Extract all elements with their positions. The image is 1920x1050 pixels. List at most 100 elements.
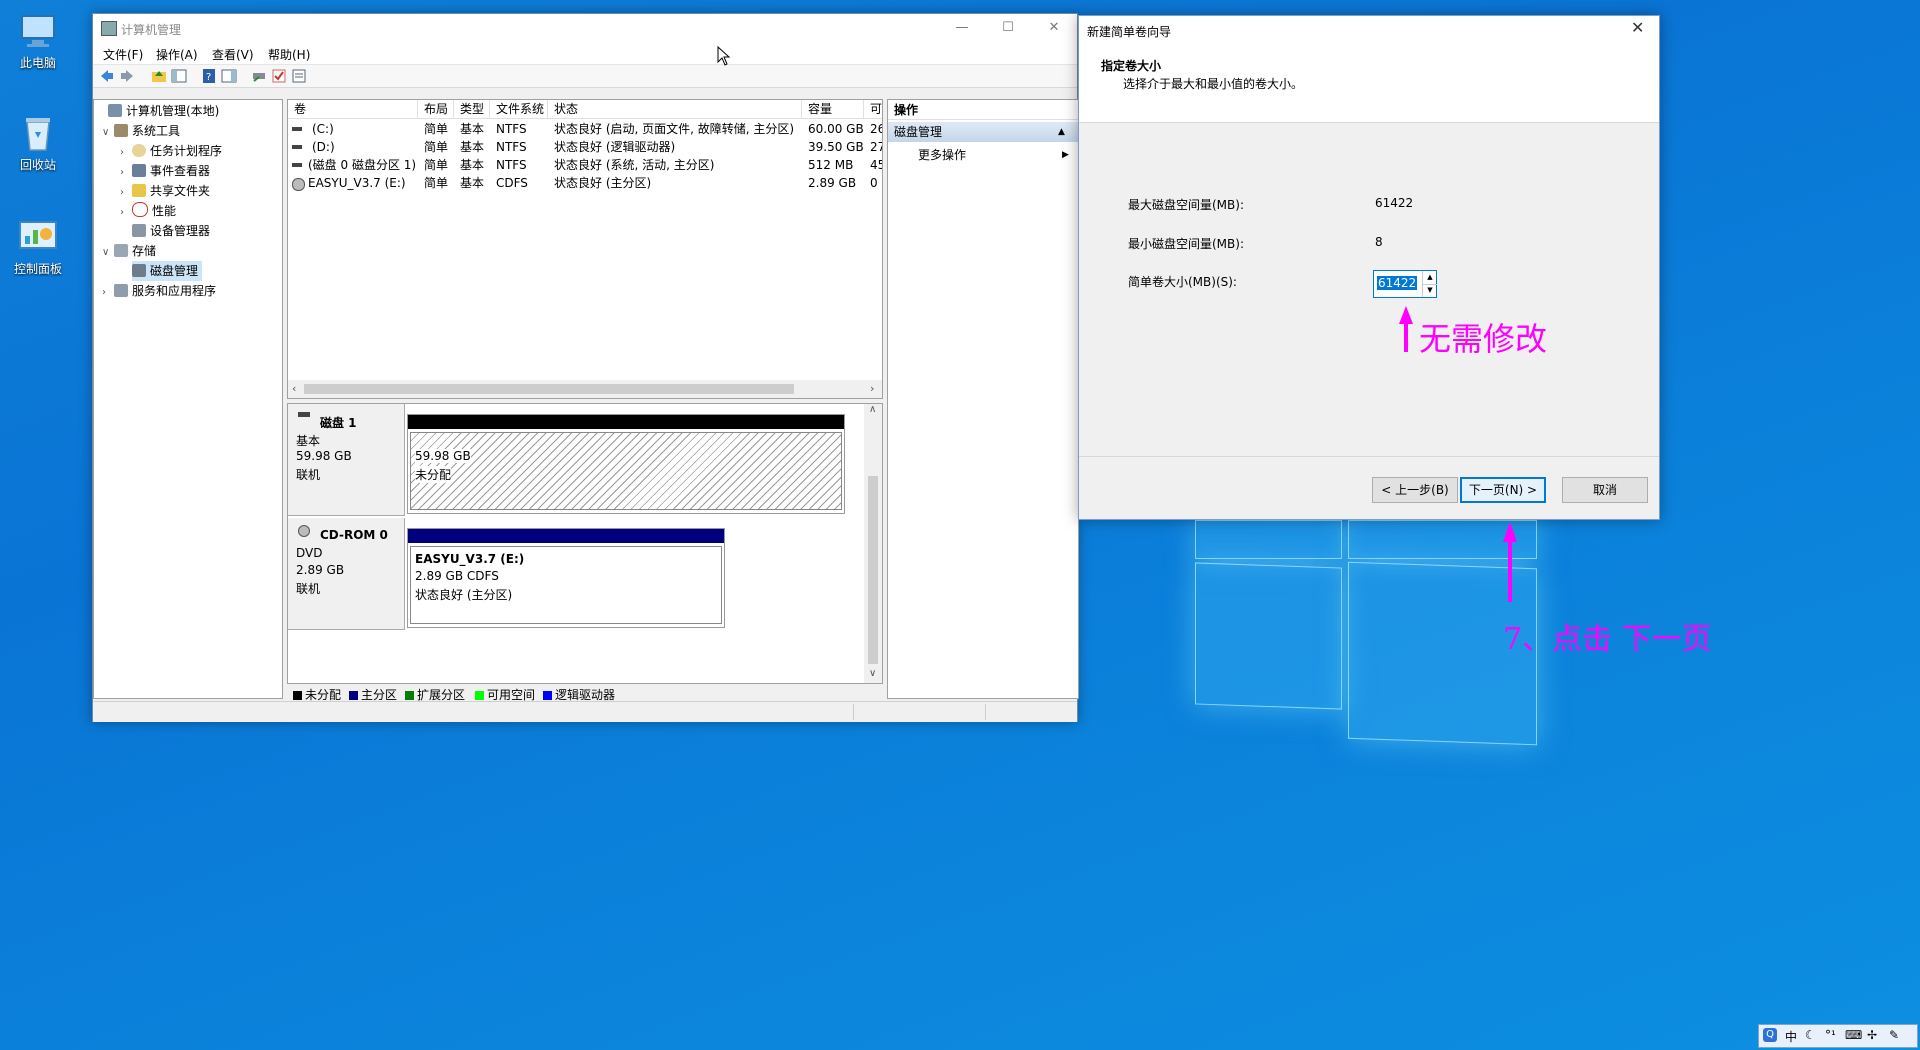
tree-label: 磁盘管理: [150, 264, 199, 278]
show-hide-action-pane-icon[interactable]: [221, 68, 237, 84]
column-header-filesystem[interactable]: 文件系统: [490, 100, 548, 119]
tree-item-task-scheduler[interactable]: › 任务计划程序: [120, 141, 222, 161]
menu-action[interactable]: 操作(A): [156, 46, 198, 63]
cancel-button[interactable]: 取消: [1562, 477, 1648, 503]
windows-logo-wallpaper: [1195, 520, 1537, 746]
actions-section-disk-management[interactable]: 磁盘管理 ▲: [888, 122, 1078, 142]
cdrom-partition[interactable]: EASYU_V3.7 (E:) 2.89 GB CDFS 状态良好 (主分区): [407, 528, 725, 628]
desktop-icon-control-panel[interactable]: 控制面板: [0, 216, 76, 277]
tree-label: 服务和应用程序: [132, 284, 217, 298]
scroll-right-arrow-icon[interactable]: ›: [870, 382, 874, 395]
help-icon[interactable]: ?: [201, 68, 217, 84]
check-icon[interactable]: [271, 68, 287, 84]
properties-icon[interactable]: [291, 68, 307, 84]
ime-settings-icon[interactable]: ✢: [1867, 1028, 1877, 1042]
tree-label: 性能: [152, 204, 177, 218]
chevron-down-icon[interactable]: ∨: [102, 123, 114, 143]
scrollbar-thumb[interactable]: [304, 384, 794, 394]
minimize-button[interactable]: —: [939, 14, 985, 42]
more-actions-label: 更多操作: [918, 148, 967, 162]
chevron-right-icon: ▶: [1062, 150, 1069, 160]
desktop-icon-this-pc[interactable]: 此电脑: [0, 10, 76, 71]
wizard-heading: 指定卷大小: [1101, 59, 1162, 73]
tree-item-shared-folders[interactable]: › 共享文件夹: [120, 181, 210, 201]
volume-size-stepper[interactable]: 61422 ▲ ▼: [1373, 270, 1437, 298]
chevron-right-icon[interactable]: ›: [120, 163, 132, 183]
keyboard-icon[interactable]: ⌨: [1845, 1028, 1862, 1042]
spin-down-icon[interactable]: ▼: [1422, 284, 1437, 297]
unallocated-partition[interactable]: 59.98 GB 未分配: [407, 414, 845, 514]
partition-body: EASYU_V3.7 (E:) 2.89 GB CDFS 状态良好 (主分区): [410, 546, 722, 624]
close-icon[interactable]: ✕: [1631, 18, 1644, 37]
scroll-left-arrow-icon[interactable]: ‹: [292, 382, 296, 395]
volume-filesystem: NTFS: [496, 158, 527, 172]
volume-list: 卷 布局 类型 文件系统 状态 容量 可 (C:) 简单 基本 NTFS 状态良…: [287, 99, 883, 399]
partition-color-bar: [408, 415, 844, 429]
up-folder-icon[interactable]: [151, 68, 167, 84]
chevron-right-icon[interactable]: ›: [120, 143, 132, 163]
back-arrow-icon[interactable]: [99, 68, 115, 84]
column-header-capacity[interactable]: 容量: [802, 100, 864, 119]
tree-item-performance[interactable]: › 性能: [120, 201, 176, 221]
ime-punctuation-icon[interactable]: °¹: [1825, 1028, 1836, 1042]
chevron-right-icon[interactable]: ›: [102, 283, 114, 303]
ime-tool-icon[interactable]: ✎: [1889, 1028, 1899, 1042]
performance-icon: [132, 202, 148, 217]
column-header-free[interactable]: 可: [864, 100, 882, 119]
scroll-up-arrow-icon[interactable]: ∧: [869, 404, 876, 415]
ime-mode-chinese[interactable]: 中: [1785, 1028, 1797, 1045]
scroll-down-arrow-icon[interactable]: ∨: [869, 668, 876, 679]
tree-item-computer-management[interactable]: 计算机管理(本地): [96, 101, 219, 121]
close-button[interactable]: ✕: [1031, 14, 1077, 42]
horizontal-scrollbar[interactable]: ‹ ›: [288, 380, 882, 398]
chevron-right-icon[interactable]: ›: [120, 183, 132, 203]
column-header-type[interactable]: 类型: [454, 100, 490, 119]
column-header-layout[interactable]: 布局: [418, 100, 454, 119]
volume-layout: 简单: [424, 176, 449, 190]
partition-size: 59.98 GB: [415, 449, 471, 463]
tree-item-storage[interactable]: ∨ 存储: [102, 241, 156, 261]
desktop-icon-recycle-bin[interactable]: 回收站: [0, 112, 76, 173]
connect-icon[interactable]: [251, 68, 267, 84]
menu-view[interactable]: 查看(V): [212, 46, 254, 63]
wizard-title: 新建简单卷向导: [1087, 25, 1172, 39]
menu-help[interactable]: 帮助(H): [268, 46, 310, 63]
disk-1-info[interactable]: 磁盘 1 基本 59.98 GB 联机: [288, 404, 405, 516]
recycle-bin-icon: [18, 112, 58, 152]
toolbar: ?: [93, 65, 1077, 88]
volume-type: 基本: [460, 176, 485, 190]
forward-arrow-icon[interactable]: [119, 68, 135, 84]
chevron-down-icon[interactable]: ∨: [102, 243, 114, 263]
cdrom-info[interactable]: CD-ROM 0 DVD 2.89 GB 联机: [288, 518, 405, 630]
tree-label: 共享文件夹: [150, 184, 211, 198]
show-hide-console-tree-icon[interactable]: [171, 68, 187, 84]
disk-status: 联机: [296, 582, 321, 596]
scrollbar-thumb[interactable]: [868, 476, 878, 664]
tree-item-system-tools[interactable]: ∨ 系统工具: [102, 121, 180, 141]
column-header-volume[interactable]: 卷: [288, 100, 418, 119]
more-actions-item[interactable]: 更多操作 ▶: [918, 145, 1074, 165]
volume-layout: 简单: [424, 122, 449, 136]
column-header-status[interactable]: 状态: [548, 100, 802, 119]
tree-item-services-apps[interactable]: › 服务和应用程序: [102, 281, 216, 301]
status-bar: [93, 701, 1077, 722]
volume-filesystem: NTFS: [496, 140, 527, 154]
disk-status: 联机: [296, 468, 321, 482]
menu-bar: 文件(F) 操作(A) 查看(V) 帮助(H): [93, 42, 1077, 65]
ime-logo-icon[interactable]: Q: [1763, 1028, 1777, 1042]
maximize-button[interactable]: ☐: [985, 14, 1031, 42]
menu-file[interactable]: 文件(F): [103, 46, 143, 63]
tree-item-device-manager[interactable]: 设备管理器: [120, 221, 210, 241]
back-button[interactable]: < 上一步(B): [1372, 477, 1458, 503]
ime-moon-icon[interactable]: ☾: [1805, 1028, 1816, 1042]
collapse-up-icon[interactable]: ▲: [1058, 122, 1065, 142]
volume-free: 0 I: [870, 176, 882, 190]
spin-up-icon[interactable]: ▲: [1422, 271, 1437, 285]
volume-size-input[interactable]: 61422: [1377, 276, 1418, 290]
tree-item-event-viewer[interactable]: › 事件查看器: [120, 161, 210, 181]
volume-name: (磁盘 0 磁盘分区 1): [308, 158, 417, 172]
tree-item-disk-management[interactable]: 磁盘管理: [132, 261, 203, 281]
vertical-scrollbar[interactable]: ∧ ∨: [864, 404, 882, 683]
chevron-right-icon[interactable]: ›: [120, 203, 132, 223]
next-button[interactable]: 下一页(N) >: [1460, 477, 1546, 503]
